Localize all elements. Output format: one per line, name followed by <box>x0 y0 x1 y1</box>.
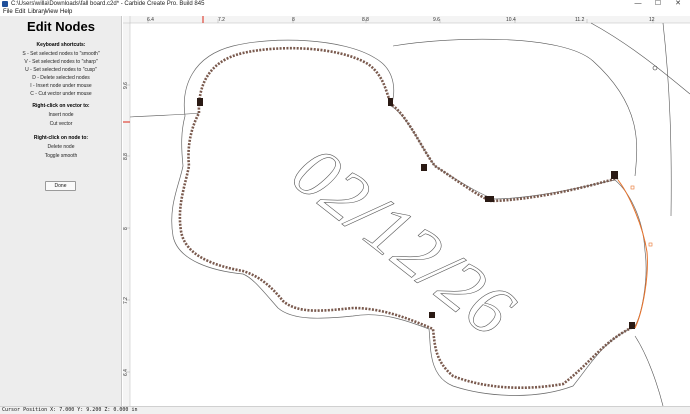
design-canvas[interactable]: 6.4 7.2 8 8.8 9.6 10.4 11.2 12 9.6 8.8 8… <box>123 16 690 406</box>
right-click-vector-heading: Right-click on vector to: <box>32 103 90 109</box>
window-title: C:\Users\willa\Downloads\fall board.c2d*… <box>11 1 205 7</box>
active-segment-nodes[interactable] <box>630 185 653 247</box>
menu-view[interactable]: View <box>45 8 58 16</box>
right-click-node-heading: Right-click on node to: <box>33 135 89 141</box>
ruler-left-label: 7.2 <box>123 297 129 304</box>
node-action-toggle-smooth: Toggle smooth <box>44 153 78 159</box>
shortcut-delete: D - Delete selected nodes <box>32 75 90 81</box>
menu-bar: File Edit Library View Help <box>0 8 690 16</box>
shortcut-sharp: V - Set selected nodes to "sharp" <box>24 59 98 65</box>
ruler-top-label: 9.6 <box>433 17 440 23</box>
left-ruler <box>123 16 130 406</box>
shortcut-insert: I - Insert node under mouse <box>30 83 92 89</box>
ruler-left-label: 9.6 <box>123 82 129 89</box>
stray-vector-diagonal[interactable] <box>590 22 690 95</box>
ruler-top-label: 10.4 <box>506 17 516 23</box>
stray-vector-bottom-right[interactable] <box>634 335 664 406</box>
done-button[interactable]: Done <box>45 181 76 191</box>
ruler-top-label: 7.2 <box>218 17 225 23</box>
stray-vector-left[interactable] <box>129 112 200 118</box>
cursor-position: Cursor Position X: 7.000 Y: 9.200 Z: 0.0… <box>2 407 138 413</box>
edit-nodes-panel: Edit Nodes Keyboard shortcuts: S - Set s… <box>0 16 122 406</box>
ruler-top-label: 6.4 <box>147 17 154 23</box>
ruler-top-label: 11.2 <box>575 17 585 23</box>
ruler-top-label: 8.8 <box>362 17 369 23</box>
selected-vector-nodes[interactable] <box>197 46 619 203</box>
stray-vector-upper-arc[interactable] <box>392 38 638 177</box>
ruler-top-label: 8 <box>292 17 295 23</box>
status-bar: Cursor Position X: 7.000 Y: 9.200 Z: 0.0… <box>0 406 690 414</box>
panel-title: Edit Nodes <box>27 19 95 34</box>
close-button[interactable]: ✕ <box>668 0 688 8</box>
title-bar: C:\Users\willa\Downloads\fall board.c2d*… <box>0 0 690 8</box>
menu-edit[interactable]: Edit <box>15 8 25 16</box>
canvas-svg[interactable]: 6.4 7.2 8 8.8 9.6 10.4 11.2 12 9.6 8.8 8… <box>123 16 690 406</box>
menu-library[interactable]: Library <box>28 8 46 16</box>
menu-file[interactable]: File <box>3 8 13 16</box>
keyboard-shortcuts-heading: Keyboard shortcuts: <box>36 42 86 48</box>
node-action-delete: Delete node <box>47 144 75 150</box>
active-segment[interactable] <box>617 179 648 329</box>
minimize-button[interactable]: — <box>628 0 648 8</box>
shortcut-cusp: U - Set selected nodes to "cusp" <box>25 67 97 73</box>
ruler-top-label: 12 <box>649 17 655 23</box>
vector-action-cut-vector: Cut vector <box>49 121 73 127</box>
stray-vector-right-edge[interactable] <box>662 22 672 217</box>
menu-help[interactable]: Help <box>60 8 72 16</box>
shortcut-smooth: S - Set selected nodes to "smooth" <box>22 51 100 57</box>
shortcut-cut: C - Cut vector under mouse <box>30 91 92 97</box>
ruler-left-label: 6.4 <box>123 369 129 376</box>
vector-action-insert-node: Insert node <box>48 112 74 118</box>
top-ruler <box>123 16 690 23</box>
maximize-button[interactable]: ☐ <box>648 0 668 8</box>
ruler-left-label: 8 <box>123 227 129 230</box>
ruler-left-label: 8.8 <box>123 153 129 160</box>
app-icon <box>2 1 8 7</box>
handle-node[interactable] <box>652 65 658 71</box>
